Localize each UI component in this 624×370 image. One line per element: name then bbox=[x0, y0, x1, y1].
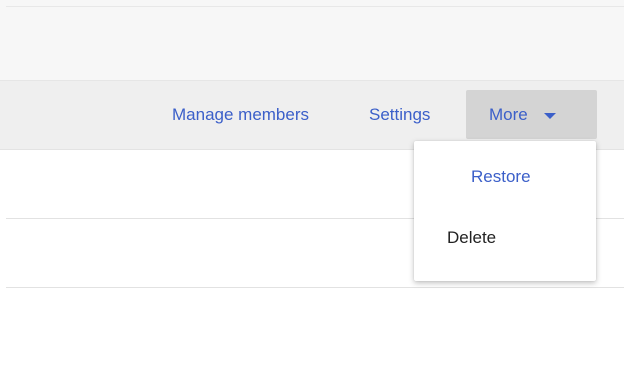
menu-item-label: Restore bbox=[471, 167, 531, 186]
divider bbox=[6, 6, 624, 7]
menu-item-label: Delete bbox=[447, 228, 497, 247]
more-dropdown-menu: Restore Delete bbox=[414, 141, 596, 281]
settings-link[interactable]: Settings bbox=[369, 103, 430, 127]
caret-down-icon bbox=[544, 113, 556, 119]
manage-members-link[interactable]: Manage members bbox=[172, 103, 309, 127]
page: Manage members Settings More Restore Del… bbox=[0, 0, 624, 370]
row-divider bbox=[6, 287, 624, 288]
top-header-band bbox=[0, 0, 624, 81]
menu-item-restore[interactable]: Restore bbox=[414, 152, 596, 202]
menu-item-delete[interactable]: Delete bbox=[414, 213, 596, 263]
more-button[interactable]: More bbox=[466, 90, 597, 139]
actions-toolbar: Manage members Settings More bbox=[0, 81, 624, 150]
more-button-label: More bbox=[489, 105, 528, 124]
